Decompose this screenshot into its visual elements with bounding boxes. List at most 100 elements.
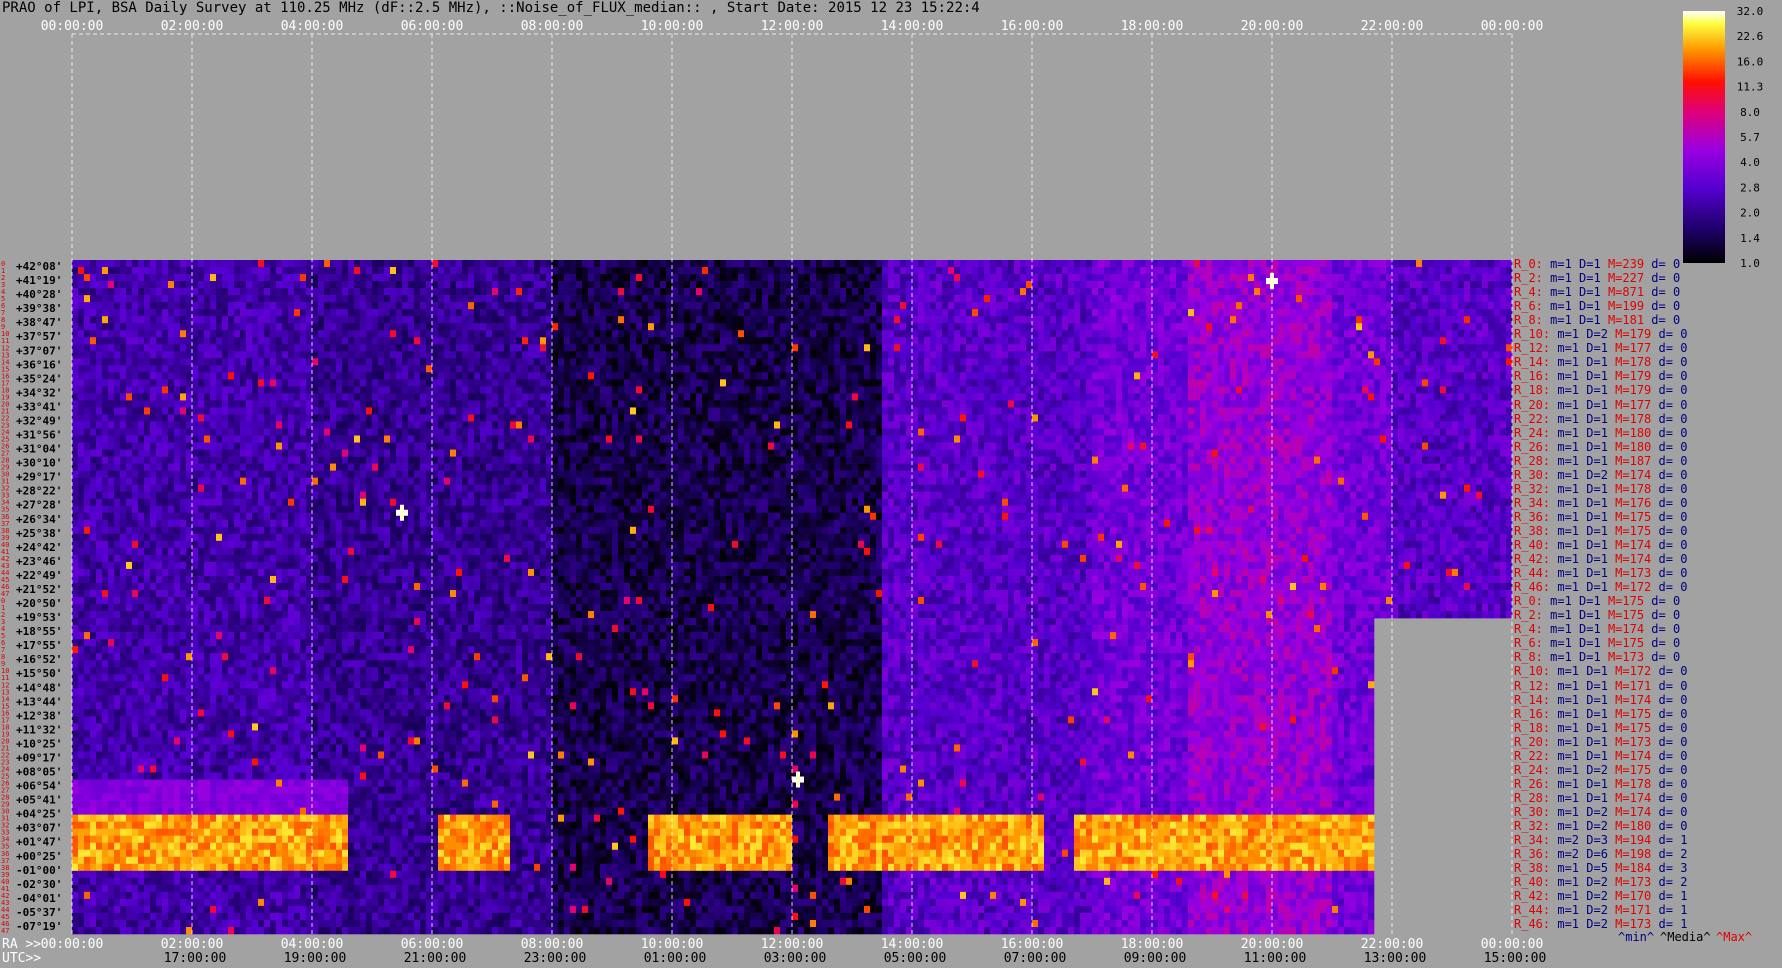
heatmap-cell <box>1500 358 1507 366</box>
heatmap-cell <box>1116 267 1123 275</box>
heatmap-cell <box>150 365 157 373</box>
heatmap-cell <box>1020 386 1027 394</box>
heatmap-cell <box>1164 358 1171 366</box>
heatmap-cell <box>606 400 613 408</box>
heatmap-cell <box>378 281 385 289</box>
heatmap-cell <box>132 260 139 268</box>
heatmap-cell <box>1410 386 1417 394</box>
heatmap-cell <box>1146 260 1153 268</box>
heatmap-cell <box>882 344 889 352</box>
heatmap-cell <box>888 379 895 387</box>
heatmap-cell <box>330 330 337 338</box>
heatmap-cell <box>276 309 283 317</box>
heatmap-cell <box>1314 358 1321 366</box>
heatmap-cell <box>378 372 385 380</box>
heatmap-cell <box>816 337 823 345</box>
heatmap-cell <box>1464 379 1471 387</box>
heatmap-cell <box>1296 281 1303 289</box>
heatmap-cell <box>1092 295 1099 303</box>
heatmap-cell <box>990 295 997 303</box>
heatmap-cell <box>1344 330 1351 338</box>
heatmap-cell <box>648 260 655 268</box>
heatmap-cell <box>900 330 907 338</box>
heatmap-cell <box>1104 372 1111 380</box>
heatmap-cell <box>1032 358 1039 366</box>
heatmap-cell <box>1230 372 1237 380</box>
heatmap-cell <box>714 379 721 387</box>
heatmap-cell <box>726 372 733 380</box>
heatmap-cell <box>888 302 895 310</box>
heatmap-cell <box>1050 393 1057 401</box>
heatmap-cell <box>1008 260 1015 268</box>
heatmap-cell <box>378 288 385 296</box>
heatmap-cell <box>234 274 241 282</box>
heatmap-cell <box>192 281 199 289</box>
heatmap-cell <box>816 365 823 373</box>
heatmap-cell <box>1062 316 1069 324</box>
heatmap-cell <box>84 344 91 352</box>
heatmap-cell <box>966 288 973 296</box>
heatmap-cell <box>144 344 151 352</box>
heatmap-cell <box>1188 351 1195 359</box>
heatmap-cell <box>1380 337 1387 345</box>
heatmap-cell <box>1440 351 1447 359</box>
heatmap-cell <box>1188 337 1195 345</box>
heatmap-cell <box>1068 309 1075 317</box>
heatmap-cell <box>450 323 457 331</box>
heatmap-cell <box>906 302 913 310</box>
heatmap-cell <box>954 330 961 338</box>
heatmap-cell <box>510 309 517 317</box>
heatmap-cell <box>1356 288 1363 296</box>
heatmap-cell <box>1170 330 1177 338</box>
heatmap-cell <box>1206 372 1213 380</box>
heatmap-cell <box>618 400 625 408</box>
heatmap-cell <box>1386 309 1393 317</box>
heatmap-cell <box>1242 365 1249 373</box>
heatmap-cell <box>1080 358 1087 366</box>
heatmap-cell <box>1218 316 1225 324</box>
heatmap-cell <box>1284 260 1291 268</box>
heatmap-cell <box>384 344 391 352</box>
heatmap-cell <box>492 323 499 331</box>
heatmap-cell <box>1026 365 1033 373</box>
heatmap-cell <box>1470 274 1477 282</box>
heatmap-cell <box>966 337 973 345</box>
heatmap-cell <box>1338 337 1345 345</box>
heatmap-cell <box>342 386 349 394</box>
heatmap-cell <box>972 386 979 394</box>
heatmap-cell <box>342 302 349 310</box>
heatmap-cell <box>552 400 559 408</box>
heatmap-cell <box>486 274 493 282</box>
heatmap-cell <box>108 330 115 338</box>
heatmap-cell <box>180 309 187 317</box>
heatmap-cell <box>204 386 211 394</box>
heatmap-cell <box>1056 302 1063 310</box>
heatmap-cell <box>492 295 499 303</box>
heatmap-cell <box>1134 337 1141 345</box>
heatmap-cell <box>378 365 385 373</box>
heatmap-cell <box>312 330 319 338</box>
heatmap-cell <box>270 281 277 289</box>
heatmap-cell <box>180 288 187 296</box>
heatmap-cell <box>1026 372 1033 380</box>
heatmap-cell <box>426 330 433 338</box>
heatmap-cell <box>768 386 775 394</box>
heatmap-cell <box>1314 288 1321 296</box>
heatmap-cell <box>222 330 229 338</box>
heatmap-cell <box>1506 260 1513 268</box>
heatmap-cell <box>510 288 517 296</box>
heatmap-cell <box>978 337 985 345</box>
heatmap-cell <box>642 323 649 331</box>
heatmap-cell <box>84 323 91 331</box>
heatmap-cell <box>480 337 487 345</box>
heatmap-cell <box>468 330 475 338</box>
heatmap-cell <box>882 281 889 289</box>
heatmap-cell <box>1380 281 1387 289</box>
heatmap-cell <box>990 393 997 401</box>
heatmap-cell <box>954 400 961 408</box>
heatmap-cell <box>546 281 553 289</box>
heatmap-cell <box>1260 365 1267 373</box>
heatmap-cell <box>804 260 811 268</box>
heatmap-cell <box>996 365 1003 373</box>
heatmap-cell <box>1248 358 1255 366</box>
